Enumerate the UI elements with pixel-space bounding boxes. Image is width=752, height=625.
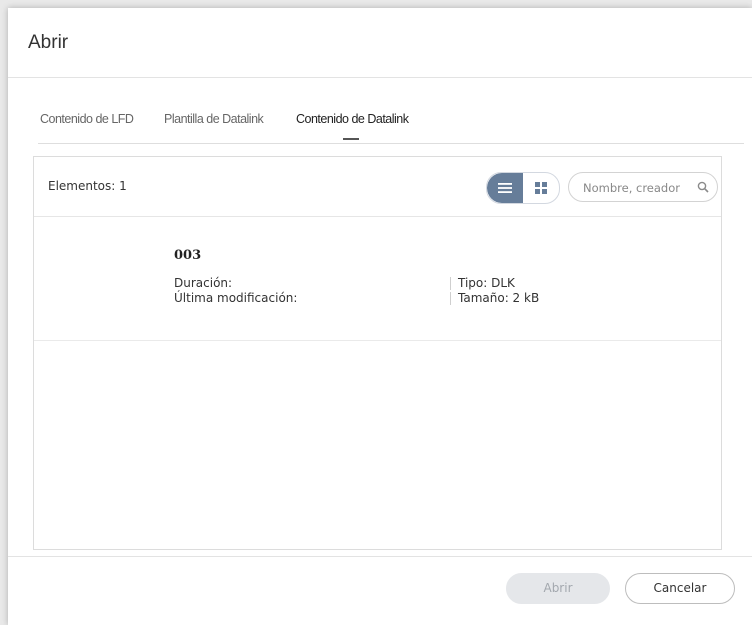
list-item[interactable]: 003 Duración: Última modificación: Tipo:…	[34, 217, 721, 341]
item-size: Tamaño: 2 kB	[458, 291, 540, 305]
grid-view-button[interactable]	[523, 173, 559, 203]
search-input[interactable]	[583, 179, 691, 197]
content-panel: Elementos: 1 Nombre, creador 003 Duració…	[33, 156, 722, 550]
tab-datalink-template[interactable]: Plantilla de Datalink	[164, 112, 264, 126]
grid-icon	[535, 182, 547, 194]
item-duration: Duración:	[174, 276, 233, 290]
item-last-modified: Última modificación:	[174, 291, 298, 305]
item-name: 003	[174, 248, 202, 263]
item-count: Elementos: 1	[48, 179, 127, 193]
tab-bar: Contenido de LFD Plantilla de Datalink C…	[38, 110, 744, 144]
title-divider	[8, 77, 752, 78]
item-type: Tipo: DLK	[458, 276, 515, 290]
tab-datalink-content[interactable]: Contenido de Datalink	[296, 112, 409, 126]
tab-lfd-content[interactable]: Contenido de LFD	[40, 112, 134, 126]
meta-divider	[450, 292, 451, 305]
list-view-button[interactable]	[487, 173, 523, 203]
open-button[interactable]: Abrir	[506, 573, 610, 604]
view-toggle	[486, 172, 560, 204]
footer-divider	[8, 556, 752, 557]
dialog-title: Abrir	[28, 32, 69, 53]
active-tab-indicator	[343, 138, 359, 140]
list-icon	[498, 183, 512, 193]
open-dialog: Abrir Contenido de LFD Plantilla de Data…	[8, 8, 752, 625]
meta-divider	[450, 277, 451, 290]
search-icon[interactable]	[697, 181, 709, 193]
search-box	[568, 172, 718, 202]
cancel-button[interactable]: Cancelar	[625, 573, 735, 604]
panel-header: Elementos: 1	[34, 157, 721, 217]
